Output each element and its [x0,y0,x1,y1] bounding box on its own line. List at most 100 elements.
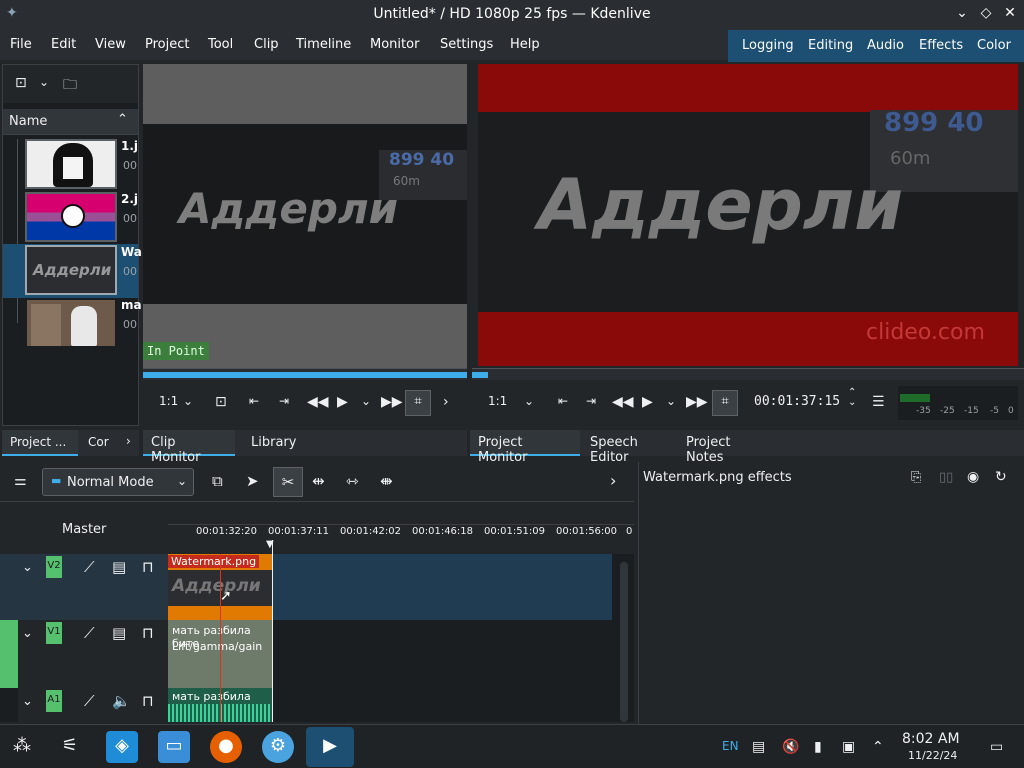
split-compare-icon[interactable]: ▯▯ [939,470,953,485]
crop-icon[interactable]: ⌗ [405,390,431,416]
bin-item-thumb[interactable] [25,192,117,242]
slip-tool-icon[interactable]: ⇼ [380,472,393,490]
forward-icon[interactable]: ▶▶ [686,394,708,410]
effect-wand-icon[interactable]: ⟋ [84,558,95,576]
firefox-icon[interactable]: ● [210,731,242,763]
timeline-settings-icon[interactable]: ⚌ [14,473,27,489]
layout-editing[interactable]: Editing [808,38,853,53]
menu-edit[interactable]: Edit [51,37,76,52]
forward-icon[interactable]: ▶▶ [381,394,403,410]
menu-monitor[interactable]: Monitor [370,37,419,52]
volume-muted-icon[interactable]: 🔇 [782,739,799,755]
tray-expand-icon[interactable]: ⌃ [872,739,884,755]
bin-item-thumb[interactable] [25,298,117,348]
play-icon[interactable]: ▶ [337,394,348,410]
track-label[interactable]: V1 [46,622,62,644]
menu-view[interactable]: View [95,37,126,52]
layout-audio[interactable]: Audio [867,38,904,53]
magnet-icon[interactable]: ⧉ [212,472,223,490]
razor-tool-icon[interactable]: ✂ [273,467,303,497]
clock-time[interactable]: 8:02 AM [902,731,960,747]
master-label[interactable]: Master [62,522,106,537]
set-out-icon[interactable]: ⇥ [586,394,596,408]
clipboard-icon[interactable]: ▤ [752,739,765,755]
clip-monitor-ruler[interactable] [143,368,467,380]
timeline-ruler[interactable]: 00:01:32:20 00:01:37:11 00:01:42:02 00:0… [168,524,634,550]
bin-item-thumb[interactable] [25,139,117,189]
keyboard-layout[interactable]: EN [722,739,739,753]
system-settings-icon[interactable]: ⚟ [54,731,86,763]
spacer-tool-icon[interactable]: ⇹ [312,472,325,490]
tab-compositions[interactable]: Cor [80,430,124,456]
rewind-icon[interactable]: ◀◀ [612,394,634,410]
project-zoom-select[interactable]: 1:1 [488,394,507,408]
app-launcher-icon[interactable]: ⁂ [6,731,38,763]
chevron-down-icon[interactable]: ⌄ [524,394,534,408]
discover-icon[interactable]: ◈ [106,731,138,763]
layout-logging[interactable]: Logging [742,38,794,53]
clock-date[interactable]: 11/22/24 [908,749,957,762]
tab-speech-editor[interactable]: Speech Editor [582,430,678,465]
layout-color[interactable]: Color [977,38,1011,53]
fullscreen-icon[interactable]: ⊡ [215,394,227,410]
menu-timeline[interactable]: Timeline [296,37,351,52]
chevron-down-icon[interactable]: ⌄ [183,394,193,408]
clip-zoom-select[interactable]: 1:1 [159,394,178,408]
menu-tool[interactable]: Tool [208,37,233,52]
bin-item-thumb[interactable]: Аддерли [25,245,117,295]
menu-icon[interactable]: ☰ [872,394,885,410]
playhead-line[interactable] [272,540,273,722]
reset-icon[interactable]: ↻ [995,469,1007,485]
network-icon[interactable]: ▣ [842,739,855,755]
set-in-icon[interactable]: ⇤ [558,394,568,408]
track-label[interactable]: V2 [46,556,62,578]
chevron-up-icon[interactable]: ⌃ [117,112,128,127]
tab-project-monitor[interactable]: Project Monitor [470,430,580,465]
chevron-right-icon[interactable]: › [126,434,131,448]
minimize-icon[interactable]: ⌄ [952,5,972,25]
project-monitor-screen[interactable]: 899 40 60m Аддерли clideo.com [478,64,1018,366]
track-active-indicator[interactable] [0,620,18,688]
menu-project[interactable]: Project [145,37,189,52]
tab-project-notes[interactable]: Project Notes [678,430,774,465]
eye-icon[interactable]: ◉ [967,469,979,485]
effect-wand-icon[interactable]: ⟋ [84,624,95,642]
tab-project-bin[interactable]: Project ... [2,430,78,456]
collapse-icon[interactable]: ⌄ [22,626,33,641]
tab-clip-monitor[interactable]: Clip Monitor [143,430,235,465]
layout-effects[interactable]: Effects [919,38,963,53]
crop-icon[interactable]: ⌗ [712,390,738,416]
lock-icon[interactable]: ⊓ [142,558,154,576]
clip-monitor-screen[interactable]: 899 40 60m Аддерли In Point [143,64,467,368]
project-monitor-ruler[interactable] [472,368,1024,380]
add-folder-icon[interactable]: 🗀 [63,74,77,98]
chevron-down-icon[interactable]: ⌄ [361,394,371,408]
battery-icon[interactable]: ▮ [814,739,822,755]
set-out-icon[interactable]: ⇥ [279,394,289,408]
effect-wand-icon[interactable]: ⟋ [84,692,95,710]
collapse-icon[interactable]: ⌄ [22,560,33,575]
save-stack-icon[interactable]: ⎘ [911,470,921,485]
lock-icon[interactable]: ⊓ [142,692,154,710]
select-tool-icon[interactable]: ➤ [246,472,259,490]
lock-icon[interactable]: ⊓ [142,624,154,642]
track-label[interactable]: A1 [46,690,62,712]
chevron-right-icon[interactable]: › [443,394,449,410]
collapse-icon[interactable]: ⌄ [22,694,33,709]
menu-file[interactable]: File [10,37,32,52]
timeline-vscrollbar[interactable] [620,562,628,722]
timecode-spinner-icon[interactable]: ⌃ ⌄ [848,388,856,408]
add-clip-icon[interactable]: ⊡ [15,75,27,91]
set-in-icon[interactable]: ⇤ [249,394,259,408]
menu-help[interactable]: Help [510,37,540,52]
timecode-display[interactable]: 00:01:37:15 [754,394,840,409]
kdenlive-task-icon[interactable]: ▶ [306,727,354,767]
edit-mode-select[interactable]: ▬ Normal Mode ⌄ [42,468,194,496]
speaker-icon[interactable]: 🔈 [112,692,131,710]
rewind-icon[interactable]: ◀◀ [307,394,329,410]
menu-settings[interactable]: Settings [440,37,493,52]
settings-gear-icon[interactable]: ⚙ [262,731,294,763]
ripple-tool-icon[interactable]: ⇿ [346,472,359,490]
menu-clip[interactable]: Clip [254,37,279,52]
play-icon[interactable]: ▶ [642,394,653,410]
